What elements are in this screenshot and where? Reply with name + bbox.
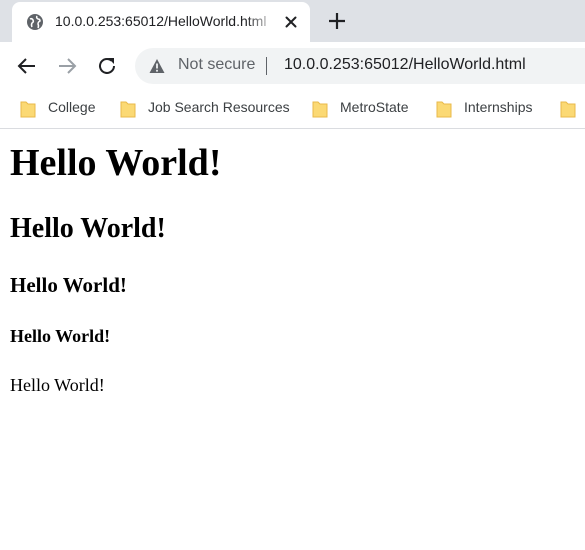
- arrow-left-icon[interactable]: [15, 54, 39, 78]
- paragraph: Hello World!: [10, 375, 105, 395]
- heading-3: Hello World!: [10, 273, 127, 297]
- bookmark-label: MetroState: [340, 99, 409, 115]
- bookmark-label: Internships: [464, 99, 533, 115]
- tab-strip: 10.0.0.253:65012/HelloWorld.html: [0, 0, 585, 42]
- url-text[interactable]: 10.0.0.253:65012/HelloWorld.html: [284, 56, 526, 74]
- bookmark-overflow[interactable]: [560, 97, 585, 121]
- folder-icon: [560, 101, 576, 118]
- warning-triangle-icon[interactable]: [149, 58, 165, 74]
- folder-icon: [20, 101, 36, 118]
- plus-icon[interactable]: [327, 11, 347, 31]
- page-content: Hello World! Hello World! Hello World! H…: [0, 129, 585, 550]
- divider: [266, 57, 267, 75]
- bookmark-label: College: [48, 99, 96, 115]
- security-status[interactable]: Not secure: [178, 56, 255, 74]
- bookmarks-bar: College Job Search Resources MetroState …: [0, 90, 585, 129]
- folder-icon: [120, 101, 136, 118]
- globe-icon: [27, 14, 43, 30]
- bookmark-label: Job Search Resources: [148, 99, 290, 115]
- reload-icon[interactable]: [95, 54, 119, 78]
- heading-2: Hello World!: [10, 213, 166, 244]
- tab-title: 10.0.0.253:65012/HelloWorld.html: [55, 13, 267, 29]
- browser-tab[interactable]: 10.0.0.253:65012/HelloWorld.html: [12, 2, 310, 42]
- folder-icon: [436, 101, 452, 118]
- heading-4: Hello World!: [10, 326, 111, 346]
- address-bar[interactable]: Not secure 10.0.0.253:65012/HelloWorld.h…: [135, 48, 585, 84]
- browser-toolbar: Not secure 10.0.0.253:65012/HelloWorld.h…: [0, 42, 585, 90]
- arrow-right-icon[interactable]: [55, 54, 79, 78]
- folder-icon: [312, 101, 328, 118]
- heading-1: Hello World!: [10, 142, 222, 184]
- close-icon[interactable]: [283, 14, 299, 30]
